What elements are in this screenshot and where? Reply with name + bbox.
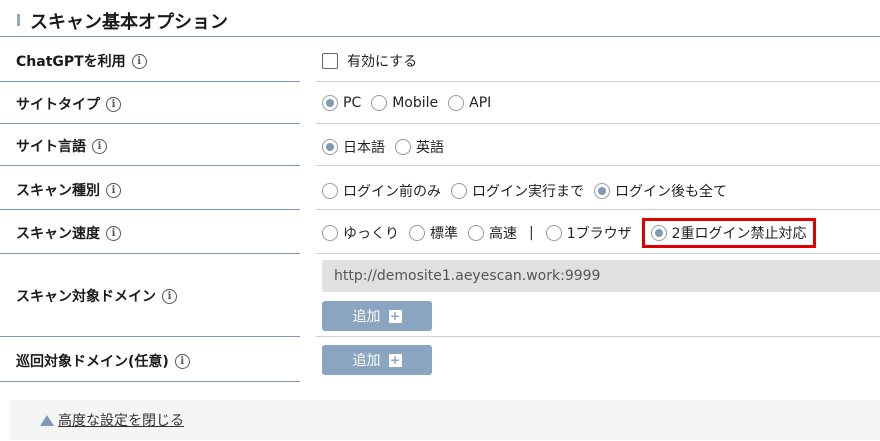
option-separator: | (529, 225, 534, 241)
radio-double-login-prevention[interactable]: 2重ログイン禁止対応 (641, 218, 816, 248)
info-icon[interactable]: i (106, 96, 121, 112)
row-chatgpt: ChatGPTを利用 i 有効にする (0, 37, 880, 82)
section-header: スキャン基本オプション (0, 0, 880, 37)
footer-bar: 高度な設定を閉じる (10, 400, 880, 440)
close-advanced-link[interactable]: 高度な設定を閉じる (40, 410, 184, 430)
radio-button[interactable] (468, 225, 484, 241)
row-label-cell: スキャン速度 i (0, 210, 300, 254)
section-bar (17, 14, 20, 26)
row-site-lang: サイト言語 i 日本語 英語 (0, 124, 880, 166)
radio-button-selected[interactable] (650, 225, 667, 241)
radio-normal[interactable]: 標準 (409, 223, 458, 243)
add-button-label[interactable]: 追加 (353, 306, 381, 326)
radio-english[interactable]: 英語 (395, 137, 444, 157)
row-label-cell: サイト言語 i (0, 124, 300, 166)
row-label-cell: スキャン種別 i (0, 166, 300, 210)
row-crawl-domain: 巡回対象ドメイン(任意) i 追加 + (0, 337, 880, 382)
row-label-cell: 巡回対象ドメイン(任意) i (0, 337, 300, 382)
row-value-cell: PC Mobile API (316, 82, 880, 124)
radio-label[interactable]: 英語 (416, 137, 444, 157)
add-crawl-domain-button[interactable]: 追加 + (322, 345, 432, 375)
crawl-domain-label: 巡回対象ドメイン(任意) (16, 354, 169, 370)
chatgpt-label: ChatGPTを利用 (16, 54, 126, 70)
radio-button[interactable] (371, 95, 388, 111)
radio-one-browser[interactable]: 1ブラウザ (545, 223, 632, 243)
row-value-cell: http://demosite1.aeyescan.work:9999 追加 + (316, 254, 880, 337)
plus-icon: + (388, 308, 402, 323)
radio-until-login[interactable]: ログイン実行まで (451, 181, 584, 201)
site-type-label: サイトタイプ (16, 97, 100, 113)
section-title: スキャン基本オプション (30, 12, 228, 33)
radio-button[interactable] (545, 225, 562, 241)
row-label-cell: スキャン対象ドメイン i (0, 254, 300, 337)
target-domain-field[interactable]: http://demosite1.aeyescan.work:9999 (322, 260, 880, 292)
radio-api[interactable]: API (448, 95, 491, 111)
footer-link-text[interactable]: 高度な設定を閉じる (58, 410, 184, 430)
row-scan-speed: スキャン速度 i ゆっくり 標準 高速 | 1ブラウザ 2重ログイン禁止対応 (0, 210, 880, 254)
radio-after-login[interactable]: ログイン後も全て (594, 181, 727, 201)
triangle-up-icon (40, 414, 54, 426)
radio-mobile[interactable]: Mobile (371, 95, 438, 111)
radio-label[interactable]: PC (343, 95, 361, 111)
row-scan-kind: スキャン種別 i ログイン前のみ ログイン実行まで ログイン後も全て (0, 166, 880, 210)
radio-button[interactable] (409, 225, 425, 241)
row-value-cell: 追加 + (316, 337, 880, 382)
radio-label[interactable]: ログイン後も全て (615, 181, 727, 201)
plus-icon: + (388, 352, 402, 367)
radio-button-selected[interactable] (594, 183, 610, 199)
row-value-cell: ログイン前のみ ログイン実行まで ログイン後も全て (316, 166, 880, 210)
row-target-domain: スキャン対象ドメイン i http://demosite1.aeyescan.w… (0, 254, 880, 337)
site-lang-label: サイト言語 (16, 139, 86, 155)
radio-button-selected[interactable] (322, 139, 338, 155)
row-value-cell: 有効にする (316, 37, 880, 82)
radio-before-login[interactable]: ログイン前のみ (322, 181, 441, 201)
radio-label[interactable]: 日本語 (343, 137, 385, 157)
radio-label[interactable]: ログイン前のみ (343, 181, 441, 201)
radio-japanese[interactable]: 日本語 (322, 137, 385, 157)
target-domain-label: スキャン対象ドメイン (16, 289, 156, 305)
info-icon[interactable]: i (106, 182, 121, 198)
row-label-cell: ChatGPTを利用 i (0, 37, 300, 82)
radio-label[interactable]: 高速 (489, 223, 517, 243)
scan-speed-label: スキャン速度 (16, 226, 100, 242)
radio-label[interactable]: 1ブラウザ (567, 223, 632, 243)
radio-button-selected[interactable] (322, 95, 338, 111)
radio-label[interactable]: 標準 (430, 223, 458, 243)
radio-label[interactable]: ログイン実行まで (472, 181, 584, 201)
radio-label[interactable]: API (469, 95, 491, 111)
scan-kind-label: スキャン種別 (16, 183, 100, 199)
info-icon[interactable]: i (131, 53, 147, 69)
add-button-label[interactable]: 追加 (353, 350, 381, 370)
info-icon[interactable]: i (162, 288, 177, 304)
info-icon[interactable]: i (174, 353, 190, 369)
radio-button[interactable] (322, 225, 338, 241)
chatgpt-checkbox-option[interactable]: 有効にする (322, 51, 417, 71)
row-label-cell: サイトタイプ i (0, 82, 300, 124)
info-icon[interactable]: i (106, 225, 121, 241)
radio-button[interactable] (451, 183, 467, 199)
row-value-cell: 日本語 英語 (316, 124, 880, 166)
radio-button[interactable] (448, 95, 465, 111)
radio-fast[interactable]: 高速 (468, 223, 517, 243)
radio-slow[interactable]: ゆっくり (322, 223, 399, 243)
radio-label[interactable]: Mobile (392, 95, 438, 111)
chatgpt-checkbox[interactable] (322, 53, 338, 69)
checkbox-label[interactable]: 有効にする (347, 51, 417, 71)
row-value-cell: ゆっくり 標準 高速 | 1ブラウザ 2重ログイン禁止対応 (316, 210, 880, 254)
radio-button[interactable] (395, 139, 411, 155)
add-target-domain-button[interactable]: 追加 + (322, 301, 432, 331)
radio-button[interactable] (322, 183, 338, 199)
radio-label[interactable]: 2重ログイン禁止対応 (672, 223, 807, 243)
row-site-type: サイトタイプ i PC Mobile API (0, 82, 880, 124)
radio-pc[interactable]: PC (322, 95, 361, 111)
info-icon[interactable]: i (92, 138, 107, 154)
radio-label[interactable]: ゆっくり (343, 223, 399, 243)
